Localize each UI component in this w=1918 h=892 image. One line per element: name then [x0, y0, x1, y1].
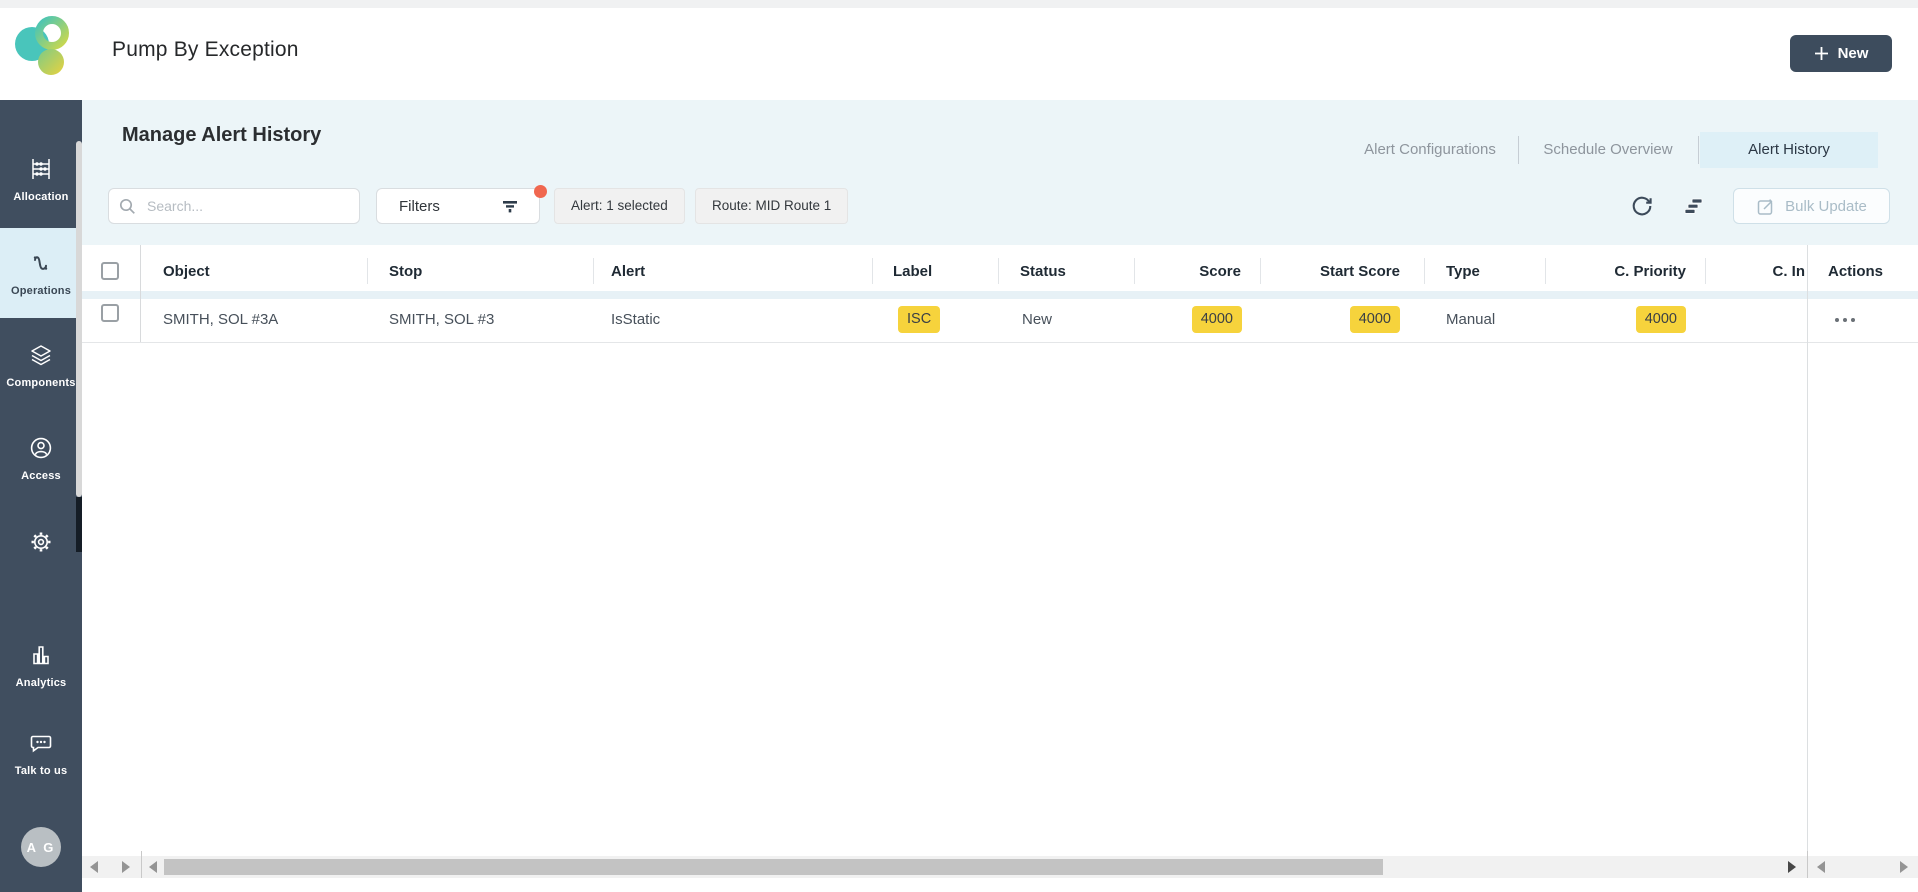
sidebar-item-analytics[interactable]: Analytics — [0, 635, 82, 705]
sidebar-item-access[interactable]: Access — [0, 408, 82, 490]
scroll-left-arrow[interactable] — [149, 861, 157, 873]
search-input[interactable] — [145, 197, 349, 215]
row-checkbox[interactable] — [101, 304, 119, 322]
horizontal-scrollbar-thumb[interactable] — [164, 859, 1383, 875]
sidebar-item-components[interactable]: Components — [0, 318, 82, 408]
row-divider — [82, 342, 1918, 343]
bar-chart-icon — [29, 643, 53, 667]
tab-alert-configurations[interactable]: Alert Configurations — [1354, 132, 1506, 168]
filter-chip-route[interactable]: Route: MID Route 1 — [695, 188, 849, 224]
c-priority-badge[interactable]: 4000 — [1635, 306, 1686, 333]
bulk-update-button[interactable]: Bulk Update — [1733, 188, 1890, 224]
person-circle-icon — [29, 436, 53, 460]
column-header-object[interactable]: Object — [163, 261, 210, 283]
cell-status[interactable]: New — [1022, 308, 1052, 332]
sidebar-item-label: Talk to us — [14, 765, 68, 777]
column-header-c-priority[interactable]: C. Priority — [1586, 261, 1686, 283]
gear-icon — [29, 530, 53, 554]
table-header-gap — [82, 291, 1918, 299]
section-heading: Manage Alert History — [122, 124, 322, 146]
filters-active-dot — [534, 185, 547, 198]
column-divider — [1545, 258, 1546, 284]
content-footer-space — [82, 878, 1918, 892]
scroll-right-arrow[interactable] — [1788, 861, 1796, 873]
edit-pencil-icon — [1756, 197, 1775, 216]
scroll-right-arrow[interactable] — [122, 861, 130, 873]
sidebar-item-allocation[interactable]: Allocation — [0, 140, 82, 228]
start-score-badge[interactable]: 4000 — [1349, 306, 1400, 333]
sidebar-item-operations[interactable]: Operations — [0, 228, 82, 318]
app-window: Pump By Exception New Allocation Operati… — [0, 0, 1918, 892]
column-header-c-in[interactable]: C. In — [1725, 261, 1806, 283]
sidebar-item-label: Analytics — [15, 677, 67, 689]
tab-alert-history[interactable]: Alert History — [1700, 132, 1878, 168]
column-density-icon[interactable] — [1682, 194, 1706, 218]
bulk-update-label: Bulk Update — [1785, 197, 1867, 215]
tab-divider — [1698, 136, 1699, 164]
plus-icon — [1814, 46, 1829, 61]
checkbox-column-divider — [140, 245, 141, 342]
column-header-score[interactable]: Score — [1141, 261, 1241, 283]
score-badge[interactable]: 4000 — [1191, 306, 1242, 333]
column-divider — [1134, 258, 1135, 284]
cell-stop[interactable]: SMITH, SOL #3 — [389, 308, 494, 332]
sidebar-item-label: Access — [21, 470, 61, 482]
column-divider — [367, 258, 368, 284]
cell-alert[interactable]: IsStatic — [611, 308, 660, 332]
sidebar-item-label: Allocation — [13, 191, 69, 203]
column-header-stop[interactable]: Stop — [389, 261, 422, 283]
refresh-button[interactable] — [1630, 194, 1654, 218]
window-top-edge — [0, 0, 1918, 8]
new-button[interactable]: New — [1790, 35, 1892, 72]
column-divider — [593, 258, 594, 284]
search-box — [108, 188, 360, 224]
tab-divider — [1518, 136, 1519, 164]
cell-object[interactable]: SMITH, SOL #3A — [163, 308, 278, 332]
sidebar-item-settings[interactable] — [0, 522, 82, 562]
user-avatar[interactable]: A G — [21, 827, 61, 867]
app-logo[interactable] — [14, 14, 72, 82]
column-header-status[interactable]: Status — [1020, 261, 1066, 283]
sidebar-item-label: Operations — [10, 285, 72, 297]
column-divider — [1260, 258, 1261, 284]
scroll-left-arrow[interactable] — [1817, 861, 1825, 873]
page-title: Pump By Exception — [112, 38, 299, 61]
layers-icon — [29, 343, 53, 367]
filters-button[interactable]: Filters — [376, 188, 540, 224]
tab-schedule-overview[interactable]: Schedule Overview — [1530, 132, 1686, 168]
column-header-label[interactable]: Label — [893, 261, 932, 283]
sidebar-item-talk-to-us[interactable]: Talk to us — [0, 725, 82, 795]
column-divider — [1424, 258, 1425, 284]
column-header-type[interactable]: Type — [1446, 261, 1480, 283]
operations-route-icon — [29, 251, 53, 275]
scroll-left-arrow[interactable] — [90, 861, 98, 873]
abacus-icon — [29, 157, 53, 181]
alert-history-table — [82, 245, 1918, 856]
actions-column-divider — [1807, 245, 1808, 856]
filters-button-label: Filters — [399, 197, 440, 215]
column-divider — [872, 258, 873, 284]
column-header-start-score[interactable]: Start Score — [1290, 261, 1400, 283]
row-actions-menu[interactable] — [1835, 318, 1855, 322]
scroll-right-arrow[interactable] — [1900, 861, 1908, 873]
filter-funnel-icon — [501, 197, 519, 215]
sidebar-item-label: Components — [6, 377, 76, 389]
select-all-checkbox[interactable] — [101, 262, 119, 280]
filter-chip-alert[interactable]: Alert: 1 selected — [554, 188, 685, 224]
search-icon — [119, 198, 136, 215]
label-badge[interactable]: ISC — [898, 306, 941, 333]
column-divider — [998, 258, 999, 284]
column-header-alert[interactable]: Alert — [611, 261, 645, 283]
new-button-label: New — [1837, 45, 1869, 62]
column-header-actions[interactable]: Actions — [1828, 261, 1883, 283]
cell-type[interactable]: Manual — [1446, 308, 1495, 332]
column-divider — [1705, 258, 1706, 284]
chat-bubble-icon — [29, 731, 53, 755]
